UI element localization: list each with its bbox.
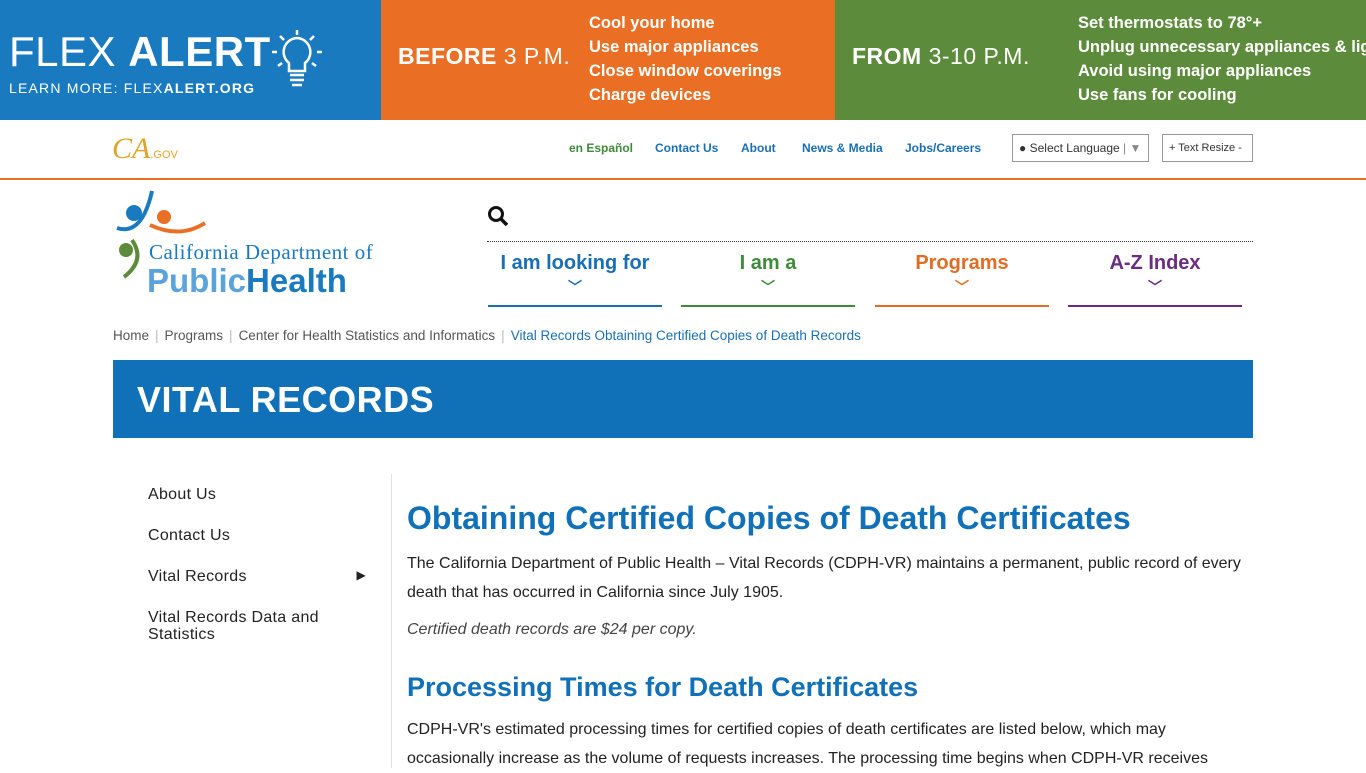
price-note: Certified death records are $24 per copy…: [407, 621, 697, 638]
from-3-10pm-panel: FROM 3-10 P.M. Set thermostats to 78°+ U…: [835, 0, 1366, 120]
nav-label: Programs: [915, 252, 1009, 274]
divider: [487, 241, 1253, 242]
nav-label: I am looking for: [500, 252, 650, 274]
sidebar-label: Vital Records: [148, 568, 247, 585]
nav-a-z-index[interactable]: A-Z Index ﹀: [1068, 252, 1242, 307]
tip: Cool your home: [589, 14, 715, 32]
sidebar-divider: [391, 474, 392, 768]
link-en-espanol[interactable]: en Español: [569, 141, 633, 155]
learn-more-bold: ALERT.ORG: [163, 80, 256, 96]
link-news-media[interactable]: News & Media: [802, 141, 883, 155]
ca-gov-small: .GOV: [150, 149, 178, 161]
content-heading: Obtaining Certified Copies of Death Cert…: [407, 500, 1131, 536]
nav-programs[interactable]: Programs ﹀: [875, 252, 1049, 307]
language-select[interactable]: ● Select Language | ▼: [1012, 134, 1149, 162]
nav-label: A-Z Index: [1109, 252, 1201, 274]
dropdown-arrow-icon: | ▼: [1123, 141, 1142, 155]
sidebar-item-contact-us[interactable]: Contact Us: [148, 527, 368, 568]
nav-i-am-looking-for[interactable]: I am looking for ﹀: [488, 252, 662, 307]
tip: Use major appliances: [589, 38, 759, 56]
page-title: VITAL RECORDS: [137, 379, 435, 420]
sidebar-item-vital-records[interactable]: Vital Records ▶: [148, 568, 368, 609]
page-hero: VITAL RECORDS: [113, 360, 1253, 438]
globe-icon: ●: [1019, 141, 1027, 155]
chevron-down-icon: ﹀: [568, 279, 582, 295]
lightbulb-icon: [272, 30, 322, 87]
processing-paragraph: CDPH-VR's estimated processing times for…: [407, 721, 1208, 767]
main-content: Obtaining Certified Copies of Death Cert…: [407, 500, 1247, 773]
chevron-down-icon: ﹀: [1148, 279, 1162, 295]
ca-gov-text: CA: [112, 132, 151, 165]
tip: Avoid using major appliances: [1078, 62, 1312, 80]
tip: Charge devices: [589, 86, 711, 104]
text-resize-button[interactable]: + Text Resize -: [1162, 134, 1253, 162]
link-about[interactable]: About: [741, 141, 776, 155]
sidebar-item-data-statistics[interactable]: Vital Records Data and Statistics: [148, 609, 368, 643]
logo-health: Health: [246, 262, 347, 299]
breadcrumb-chsi[interactable]: Center for Health Statistics and Informa…: [239, 328, 496, 343]
link-jobs-careers[interactable]: Jobs/Careers: [905, 141, 981, 155]
breadcrumb: Home | Programs | Center for Health Statisti…: [113, 328, 861, 343]
before-3pm-panel: BEFORE 3 P.M. Cool your home Use major a…: [381, 0, 835, 120]
language-label: Select Language: [1029, 141, 1120, 155]
sidebar-item-about-us[interactable]: About Us: [148, 486, 368, 527]
flex-alert-banner[interactable]: FLEX ALERT LEARN MORE: FLEXALERT.ORG BEF…: [0, 0, 1366, 120]
caret-right-icon: ▶: [356, 568, 366, 582]
intro-paragraph: The California Department of Public Heal…: [407, 555, 1241, 601]
nav-label: I am a: [739, 252, 797, 274]
logo-public: Public: [147, 262, 247, 299]
cdph-logo[interactable]: California Department of PublicHealth: [112, 190, 382, 305]
breadcrumb-programs[interactable]: Programs: [165, 328, 224, 343]
breadcrumb-home[interactable]: Home: [113, 328, 149, 343]
flex-alert-panel: FLEX ALERT LEARN MORE: FLEXALERT.ORG: [0, 0, 381, 120]
nav-i-am-a[interactable]: I am a ﹀: [681, 252, 855, 307]
sidebar: About Us Contact Us Vital Records ▶ Vital…: [148, 486, 368, 643]
before-label: BEFORE: [398, 43, 497, 69]
link-contact-us[interactable]: Contact Us: [655, 141, 718, 155]
tip: Set thermostats to 78°+: [1078, 14, 1263, 32]
before-time: 3 P.M.: [496, 43, 571, 69]
flex-title-bold: ALERT: [128, 28, 271, 75]
ca-gov-logo[interactable]: CA.GOV: [112, 132, 178, 166]
processing-times-heading: Processing Times for Death Certificates: [407, 672, 919, 702]
search-icon[interactable]: [487, 205, 509, 227]
chevron-down-icon: ﹀: [761, 279, 775, 295]
from-time: 3-10 P.M.: [921, 43, 1030, 69]
tip: Close window coverings: [589, 62, 782, 80]
from-label: FROM: [852, 43, 922, 69]
tip: Use fans for cooling: [1078, 86, 1237, 104]
learn-more: LEARN MORE: FLEX: [9, 80, 164, 96]
chevron-down-icon: ﹀: [955, 279, 969, 295]
flex-title: FLEX: [9, 28, 129, 75]
tip: Unplug unnecessary appliances & lights: [1078, 38, 1366, 56]
breadcrumb-current: Vital Records Obtaining Certified Copies…: [510, 328, 861, 343]
